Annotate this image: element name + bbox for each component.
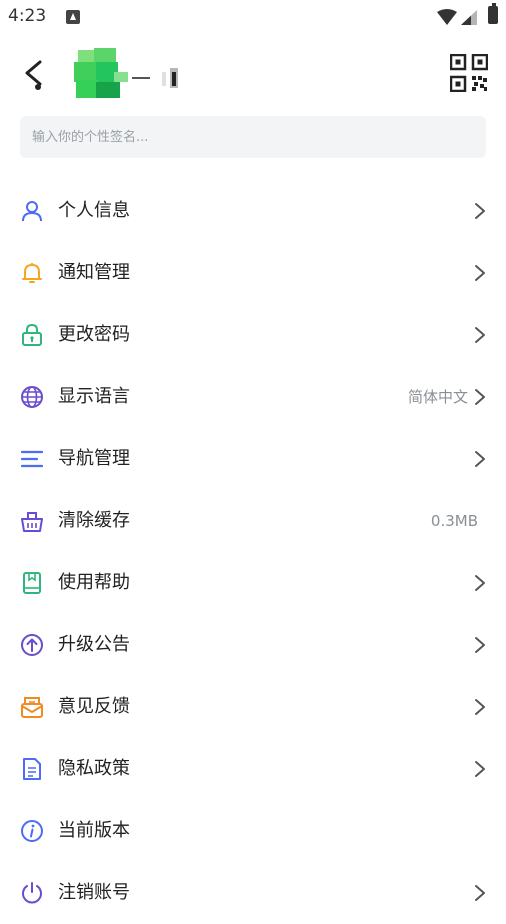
settings-menu: 个人信息 通知管理 更改密码 显示语言 简体中文 导航管理 清除缓存 0.3MB… <box>0 180 506 924</box>
menu-item-upgrade-notice[interactable]: 升级公告 <box>0 614 506 676</box>
menu-item-help[interactable]: 使用帮助 <box>0 552 506 614</box>
menu-lines-icon <box>20 450 44 468</box>
menu-item-display-language[interactable]: 显示语言 简体中文 <box>0 366 506 428</box>
battery-icon <box>488 3 498 24</box>
menu-item-label: 导航管理 <box>58 448 130 469</box>
menu-item-feedback[interactable]: 意见反馈 <box>0 676 506 738</box>
signal-icon <box>461 10 477 25</box>
menu-item-label: 清除缓存 <box>58 510 130 531</box>
basket-icon <box>21 512 43 532</box>
power-icon <box>22 882 42 904</box>
back-arrow-icon[interactable] <box>20 56 50 92</box>
chevron-right-icon <box>475 327 485 343</box>
menu-item-label: 隐私政策 <box>58 758 130 779</box>
menu-item-label: 通知管理 <box>58 262 130 283</box>
chevron-right-icon <box>475 885 485 901</box>
profile-header <box>0 40 506 112</box>
bell-icon <box>22 263 42 283</box>
menu-item-delete-account[interactable]: 注销账号 <box>0 862 506 924</box>
wifi-icon <box>437 9 457 25</box>
menu-item-label: 显示语言 <box>58 386 130 407</box>
menu-item-label: 注销账号 <box>58 882 130 903</box>
menu-item-personal-info[interactable]: 个人信息 <box>0 180 506 242</box>
menu-item-clear-cache[interactable]: 清除缓存 0.3MB <box>0 490 506 552</box>
info-icon <box>21 820 43 842</box>
lock-icon <box>22 323 42 346</box>
menu-item-privacy-policy[interactable]: 隐私政策 <box>0 738 506 800</box>
upgrade-icon <box>21 634 43 656</box>
menu-item-navigation-management[interactable]: 导航管理 <box>0 428 506 490</box>
chevron-right-icon <box>475 637 485 653</box>
menu-item-label: 意见反馈 <box>58 696 130 717</box>
chevron-right-icon <box>475 389 485 405</box>
chevron-right-icon <box>475 265 485 281</box>
status-time: 4:23 <box>8 6 47 26</box>
chevron-right-icon <box>475 761 485 777</box>
person-icon <box>22 201 42 222</box>
menu-item-notification-management[interactable]: 通知管理 <box>0 242 506 304</box>
chevron-right-icon <box>475 699 485 715</box>
notification-icon <box>66 10 80 24</box>
avatar[interactable] <box>74 48 130 100</box>
document-icon <box>23 758 41 780</box>
status-bar: 4:23 <box>0 0 506 36</box>
cache-size-value: 0.3MB <box>430 512 478 530</box>
current-language-value: 简体中文 <box>407 388 468 406</box>
chevron-right-icon <box>475 575 485 591</box>
qr-code-icon[interactable] <box>450 54 488 92</box>
signature-input[interactable] <box>20 116 486 158</box>
menu-item-label: 个人信息 <box>58 200 130 221</box>
menu-item-label: 使用帮助 <box>58 572 130 593</box>
chevron-right-icon <box>475 451 485 467</box>
username-pixelated <box>132 68 178 88</box>
menu-item-label: 当前版本 <box>58 820 130 841</box>
chevron-right-icon <box>475 203 485 219</box>
globe-icon <box>21 386 43 408</box>
menu-item-label: 升级公告 <box>58 634 130 655</box>
book-icon <box>23 572 41 594</box>
menu-item-current-version[interactable]: 当前版本 <box>0 800 506 862</box>
envelope-icon <box>21 697 43 718</box>
menu-item-change-password[interactable]: 更改密码 <box>0 304 506 366</box>
menu-item-label: 更改密码 <box>58 324 130 345</box>
